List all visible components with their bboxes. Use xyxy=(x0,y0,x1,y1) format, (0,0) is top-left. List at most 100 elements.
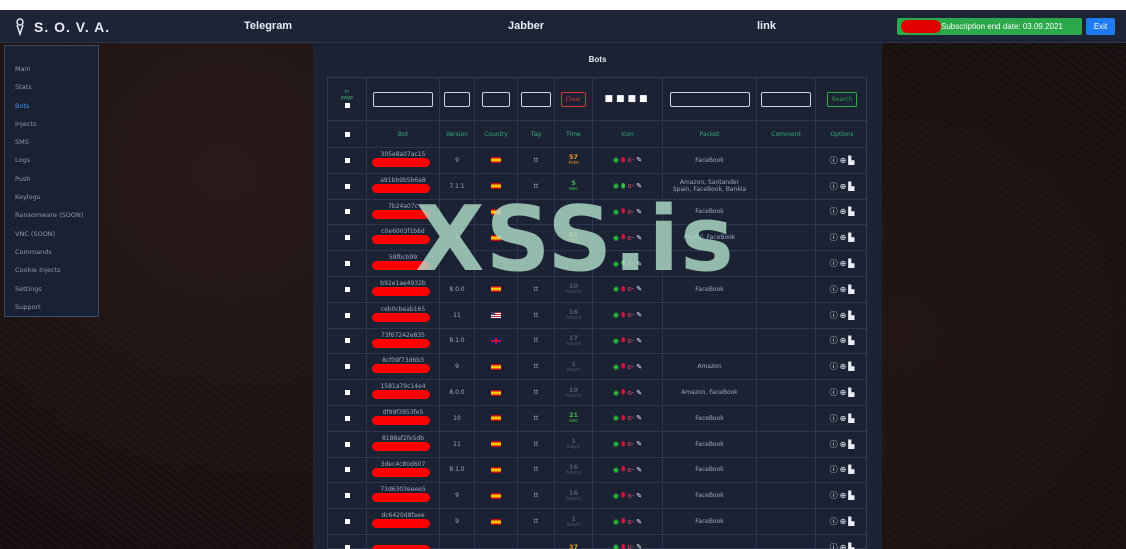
comment-cell[interactable] xyxy=(757,406,816,431)
info-icon[interactable]: ⓘ xyxy=(830,490,838,501)
column-header-packet[interactable]: Packet xyxy=(700,131,720,138)
bot-id[interactable]: 305e8a07ac15 xyxy=(367,148,439,173)
bot-id-text[interactable]: 8cf09f73d6b3 xyxy=(367,357,439,364)
sidebar-item-keylogs[interactable]: Keylogs xyxy=(5,188,98,206)
bot-id-text[interactable]: c0e6003f1b6d xyxy=(367,228,439,235)
clear-button[interactable]: Clear xyxy=(560,91,587,107)
bot-id-cell[interactable]: 8188af2fe5db xyxy=(367,431,440,457)
search-button[interactable]: Search xyxy=(826,91,858,107)
eye-icon[interactable]: ◉ xyxy=(613,440,619,448)
info-icon[interactable]: ⓘ xyxy=(830,542,838,549)
bot-id[interactable]: 7b24a07c xyxy=(367,200,439,225)
row-checkbox[interactable] xyxy=(344,441,350,447)
eye-icon[interactable]: ◉ xyxy=(613,285,619,293)
bot-id[interactable]: 8cf09f73d6b3 xyxy=(367,354,439,379)
sidebar-item-stats[interactable]: Stats xyxy=(5,78,98,96)
packet-filter-input[interactable] xyxy=(669,91,750,107)
file-icon[interactable]: ▙ xyxy=(848,259,854,268)
bug-icon[interactable]: ⬮ xyxy=(621,182,625,191)
pencil-icon[interactable]: ✎ xyxy=(636,414,642,422)
brand[interactable]: S. O. V. A. xyxy=(14,10,110,43)
info-icon[interactable]: ⓘ xyxy=(830,232,838,243)
info-icon[interactable]: ⓘ xyxy=(830,155,838,166)
file-icon[interactable]: ▙ xyxy=(848,543,854,549)
bot-id[interactable]: c0e6003f1b6d xyxy=(367,225,439,250)
file-icon[interactable]: ▙ xyxy=(848,336,854,345)
comment-cell[interactable] xyxy=(757,148,816,173)
bot-id[interactable]: 3dec4c80d607 xyxy=(367,458,439,483)
select-all-checkbox[interactable] xyxy=(344,131,350,137)
sidebar-item-sms[interactable]: SMS xyxy=(5,133,98,151)
bot-id[interactable]: 8188af2fe5db xyxy=(367,432,439,457)
key-icon[interactable]: o- xyxy=(627,311,634,319)
column-header-icon[interactable]: Icon xyxy=(621,131,634,138)
row-checkbox[interactable] xyxy=(344,390,350,396)
bug-icon[interactable]: ⬮ xyxy=(621,285,625,294)
sidebar-item-ransomware-soon[interactable]: Ransomware (SOON) xyxy=(5,206,98,224)
file-icon[interactable]: ▙ xyxy=(848,285,854,294)
bot-id-text[interactable]: 305e8a07ac15 xyxy=(367,151,439,158)
bot-id-cell[interactable]: b92e1ae4932b xyxy=(367,277,440,302)
info-icon[interactable]: ⓘ xyxy=(830,464,838,475)
file-icon[interactable]: ▙ xyxy=(848,362,854,371)
eye-icon[interactable]: ◉ xyxy=(613,208,619,216)
bot-id[interactable]: 1581a79c14e4 xyxy=(367,380,439,405)
info-icon[interactable]: ⓘ xyxy=(830,206,838,217)
key-icon[interactable]: o- xyxy=(627,543,634,549)
bug-icon[interactable]: ⬮ xyxy=(621,233,625,242)
column-header-country[interactable]: Country xyxy=(484,131,508,138)
eye-icon[interactable]: ◉ xyxy=(613,156,619,164)
bug-icon[interactable]: ⬮ xyxy=(621,207,625,216)
comment-cell[interactable] xyxy=(757,328,816,354)
eye-icon[interactable]: ◉ xyxy=(613,311,619,319)
plus-circle-icon[interactable]: ⊕ xyxy=(840,465,847,474)
bug-icon[interactable]: ⬮ xyxy=(621,388,625,397)
comment-cell[interactable] xyxy=(757,509,816,534)
bot-id-text[interactable]: 73d6303eeee5 xyxy=(367,486,439,493)
pencil-icon[interactable]: ✎ xyxy=(636,466,642,474)
bot-id-cell[interactable]: ceb0cbeab165 xyxy=(367,302,440,328)
pencil-icon[interactable]: ✎ xyxy=(636,208,642,216)
version-filter-input[interactable] xyxy=(444,91,470,107)
key-icon[interactable]: o- xyxy=(627,414,634,422)
bug-icon[interactable]: ⬮ xyxy=(621,311,625,320)
bot-id-text[interactable]: dc6420d8faee xyxy=(367,512,439,519)
key-icon[interactable]: o- xyxy=(627,156,634,164)
key-icon[interactable]: o- xyxy=(627,234,634,242)
pencil-icon[interactable]: ✎ xyxy=(636,234,642,242)
key-icon[interactable]: o- xyxy=(627,208,634,216)
bug-icon[interactable]: ⬮ xyxy=(621,491,625,500)
column-header-bot[interactable]: Bot xyxy=(398,131,408,138)
eye-icon[interactable]: ◉ xyxy=(613,414,619,422)
sidebar-item-bots[interactable]: Bots xyxy=(5,97,98,115)
bot-id-text[interactable]: 73f67242e835 xyxy=(367,332,439,339)
info-icon[interactable]: ⓘ xyxy=(830,284,838,295)
plus-circle-icon[interactable]: ⊕ xyxy=(840,388,847,397)
row-checkbox[interactable] xyxy=(344,312,350,318)
row-checkbox[interactable] xyxy=(344,261,350,267)
bot-id-text[interactable]: b92e1ae4932b xyxy=(367,280,439,287)
row-checkbox[interactable] xyxy=(344,467,350,473)
file-icon[interactable]: ▙ xyxy=(848,414,854,423)
sidebar-item-settings[interactable]: Settings xyxy=(5,280,98,298)
file-icon[interactable]: ▙ xyxy=(848,182,854,191)
row-checkbox[interactable] xyxy=(344,338,350,344)
bot-id-cell[interactable]: 59fbcb99 xyxy=(367,251,440,276)
info-icon[interactable]: ⓘ xyxy=(830,516,838,527)
pencil-icon[interactable]: ✎ xyxy=(636,492,642,500)
key-icon[interactable]: o- xyxy=(627,389,634,397)
comment-cell[interactable] xyxy=(757,277,816,302)
eye-icon[interactable]: ◉ xyxy=(613,234,619,242)
pencil-icon[interactable]: ✎ xyxy=(636,363,642,371)
per-page-checkbox[interactable] xyxy=(344,102,350,108)
bot-id-text[interactable]: 3dec4c80d607 xyxy=(367,461,439,468)
comment-cell[interactable] xyxy=(757,302,816,328)
eye-icon[interactable]: ◉ xyxy=(613,518,619,526)
pencil-icon[interactable]: ✎ xyxy=(636,543,642,549)
plus-circle-icon[interactable]: ⊕ xyxy=(840,543,847,549)
comment-cell[interactable] xyxy=(757,251,816,276)
file-icon[interactable]: ▙ xyxy=(848,517,854,526)
bot-id-text[interactable]: a91bb9b5b6a8 xyxy=(367,177,439,184)
eye-icon[interactable]: ◉ xyxy=(613,492,619,500)
bot-id[interactable]: df99f3953fe5 xyxy=(367,406,439,431)
